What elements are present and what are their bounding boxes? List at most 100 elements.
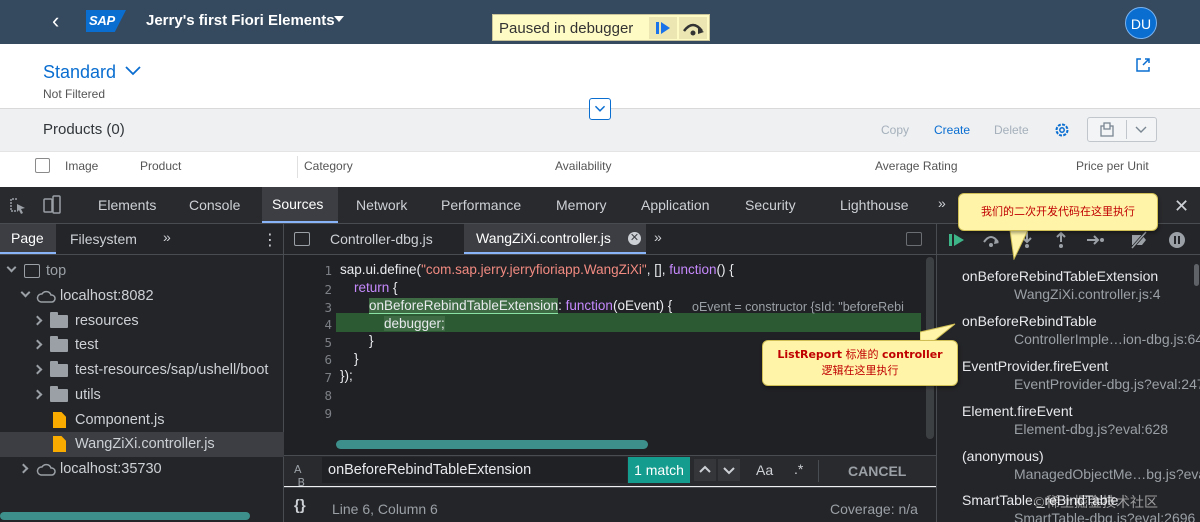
pause-on-exceptions-icon[interactable] xyxy=(1167,230,1187,250)
line-number[interactable]: 8 xyxy=(312,388,332,403)
export-button-group[interactable] xyxy=(1087,117,1157,142)
regex-button[interactable]: .* xyxy=(794,461,803,477)
tab-performance[interactable]: Performance xyxy=(441,197,521,213)
tab-lighthouse[interactable]: Lighthouse xyxy=(840,197,909,213)
line-number[interactable]: 6 xyxy=(312,352,332,367)
tree-item-localhost-35730[interactable]: localhost:35730 xyxy=(0,457,284,482)
tree-item-test[interactable]: test xyxy=(0,333,284,358)
back-icon[interactable]: ‹ xyxy=(52,10,72,34)
tree-item-test-resources[interactable]: test-resources/sap/ushell/boot xyxy=(0,358,284,383)
cancel-search-button[interactable]: CANCEL xyxy=(848,463,906,479)
tab-application[interactable]: Application xyxy=(641,197,710,213)
tab-elements[interactable]: Elements xyxy=(98,197,156,213)
navigator-horizontal-scrollbar[interactable] xyxy=(0,512,250,520)
copy-button[interactable]: Copy xyxy=(881,123,909,137)
create-button[interactable]: Create xyxy=(934,123,970,137)
collapsed-arrow-icon[interactable] xyxy=(32,339,43,350)
expanded-arrow-icon[interactable] xyxy=(20,287,31,298)
line-number[interactable]: 5 xyxy=(312,335,332,350)
next-match-icon[interactable] xyxy=(718,459,740,481)
callstack-frame[interactable]: onBeforeRebindTableExtension WangZiXi.co… xyxy=(962,268,1200,302)
close-tab-icon[interactable]: ✕ xyxy=(628,232,641,245)
inspect-element-icon[interactable] xyxy=(9,197,27,215)
column-header-rating[interactable]: Average Rating xyxy=(875,159,958,173)
share-icon[interactable] xyxy=(1134,56,1152,74)
line-number[interactable]: 2 xyxy=(312,282,332,297)
collapsed-arrow-icon[interactable] xyxy=(18,463,29,474)
variant-selector[interactable]: Standard xyxy=(43,62,116,83)
line-number[interactable]: 4 xyxy=(312,317,332,332)
line-number[interactable]: 3 xyxy=(312,300,332,315)
folder-icon xyxy=(50,312,68,328)
step-over-icon[interactable] xyxy=(981,230,1001,250)
code-horizontal-scrollbar[interactable] xyxy=(336,440,648,449)
previous-match-icon[interactable] xyxy=(694,459,716,481)
replace-toggle-icon[interactable]: A B xyxy=(294,463,305,489)
user-avatar[interactable]: DU xyxy=(1125,7,1157,39)
coverage-status[interactable]: Coverage: n/a xyxy=(830,501,918,517)
editor-tab-wangzixi-controller[interactable]: WangZiXi.controller.js ✕ xyxy=(464,224,646,254)
device-toolbar-icon[interactable] xyxy=(42,195,62,215)
code-line-2: return { xyxy=(354,280,398,295)
app-title-dropdown-icon[interactable] xyxy=(334,16,344,22)
match-count: 1 match xyxy=(628,457,690,483)
tree-item-localhost-8082[interactable]: localhost:8082 xyxy=(0,284,284,309)
step-icon[interactable] xyxy=(1085,230,1105,250)
delete-button[interactable]: Delete xyxy=(994,123,1029,137)
chevron-down-icon[interactable] xyxy=(1134,125,1148,135)
callstack-frame[interactable]: EventProvider.fireEvent EventProvider-db… xyxy=(962,358,1200,392)
callstack-frame[interactable]: Element.fireEvent Element-dbg.js?eval:62… xyxy=(962,403,1200,437)
tab-page[interactable]: Page xyxy=(0,224,56,254)
line-number[interactable]: 9 xyxy=(312,406,332,421)
tab-sources[interactable]: Sources xyxy=(262,187,338,223)
tab-security[interactable]: Security xyxy=(745,197,796,213)
expanded-arrow-icon[interactable] xyxy=(6,262,17,273)
step-over-icon[interactable] xyxy=(679,17,707,39)
tab-console[interactable]: Console xyxy=(189,197,240,213)
toggle-navigator-icon[interactable] xyxy=(294,232,310,246)
pretty-print-icon[interactable]: {} xyxy=(294,497,306,514)
line-number[interactable]: 7 xyxy=(312,370,332,385)
tree-item-top[interactable]: top xyxy=(0,259,284,284)
editor-tab-controller-dbg[interactable]: Controller-dbg.js xyxy=(330,231,433,247)
column-header-image[interactable]: Image xyxy=(65,159,98,173)
chevron-down-icon[interactable] xyxy=(124,64,142,78)
navigator-more-button[interactable]: » xyxy=(163,229,171,245)
collapsed-arrow-icon[interactable] xyxy=(32,364,43,375)
column-header-product[interactable]: Product xyxy=(140,159,181,173)
tree-item-utils[interactable]: utils xyxy=(0,383,284,408)
collapsed-arrow-icon[interactable] xyxy=(32,315,43,326)
tab-network[interactable]: Network xyxy=(356,197,407,213)
tree-item-wangzixi-controller[interactable]: WangZiXi.controller.js xyxy=(0,432,284,457)
tab-memory[interactable]: Memory xyxy=(556,197,607,213)
filter-status: Not Filtered xyxy=(43,87,106,101)
tab-filesystem[interactable]: Filesystem xyxy=(70,231,137,247)
kebab-menu-icon[interactable]: ⋮ xyxy=(262,230,278,250)
column-header-availability[interactable]: Availability xyxy=(555,159,611,173)
deactivate-breakpoints-icon[interactable] xyxy=(1129,230,1149,250)
callstack-frame[interactable]: onBeforeRebindTable ControllerImple…ion-… xyxy=(962,313,1200,347)
column-header-price[interactable]: Price per Unit xyxy=(1076,159,1149,173)
step-out-icon[interactable] xyxy=(1051,230,1071,250)
editor-more-tabs-button[interactable]: » xyxy=(654,229,662,245)
close-devtools-icon[interactable]: ✕ xyxy=(1174,196,1189,217)
tree-item-component-js[interactable]: Component.js xyxy=(0,408,284,433)
collapsed-arrow-icon[interactable] xyxy=(32,389,43,400)
callstack-frame[interactable]: (anonymous) ManagedObjectMe…bg.js?eval:7… xyxy=(962,448,1200,482)
tree-item-resources[interactable]: resources xyxy=(0,309,284,334)
column-header-category[interactable]: Category xyxy=(304,159,353,173)
search-input[interactable] xyxy=(322,457,627,483)
gear-icon[interactable] xyxy=(1053,121,1071,139)
search-match-highlight: onBeforeRebindTableExtension xyxy=(369,298,559,314)
sap-logo[interactable]: SAP xyxy=(86,10,126,32)
resume-icon[interactable] xyxy=(649,17,677,39)
toggle-debugger-icon[interactable] xyxy=(906,232,922,246)
app-title[interactable]: Jerry's first Fiori Elements xyxy=(146,12,335,29)
export-icon[interactable] xyxy=(1098,122,1116,138)
select-all-checkbox[interactable] xyxy=(35,158,50,173)
more-tabs-button[interactable]: » xyxy=(938,195,946,211)
resume-icon[interactable] xyxy=(947,230,967,250)
match-case-button[interactable]: Aa xyxy=(756,462,773,478)
line-number[interactable]: 1 xyxy=(312,263,332,278)
collapse-header-button[interactable] xyxy=(589,98,611,120)
